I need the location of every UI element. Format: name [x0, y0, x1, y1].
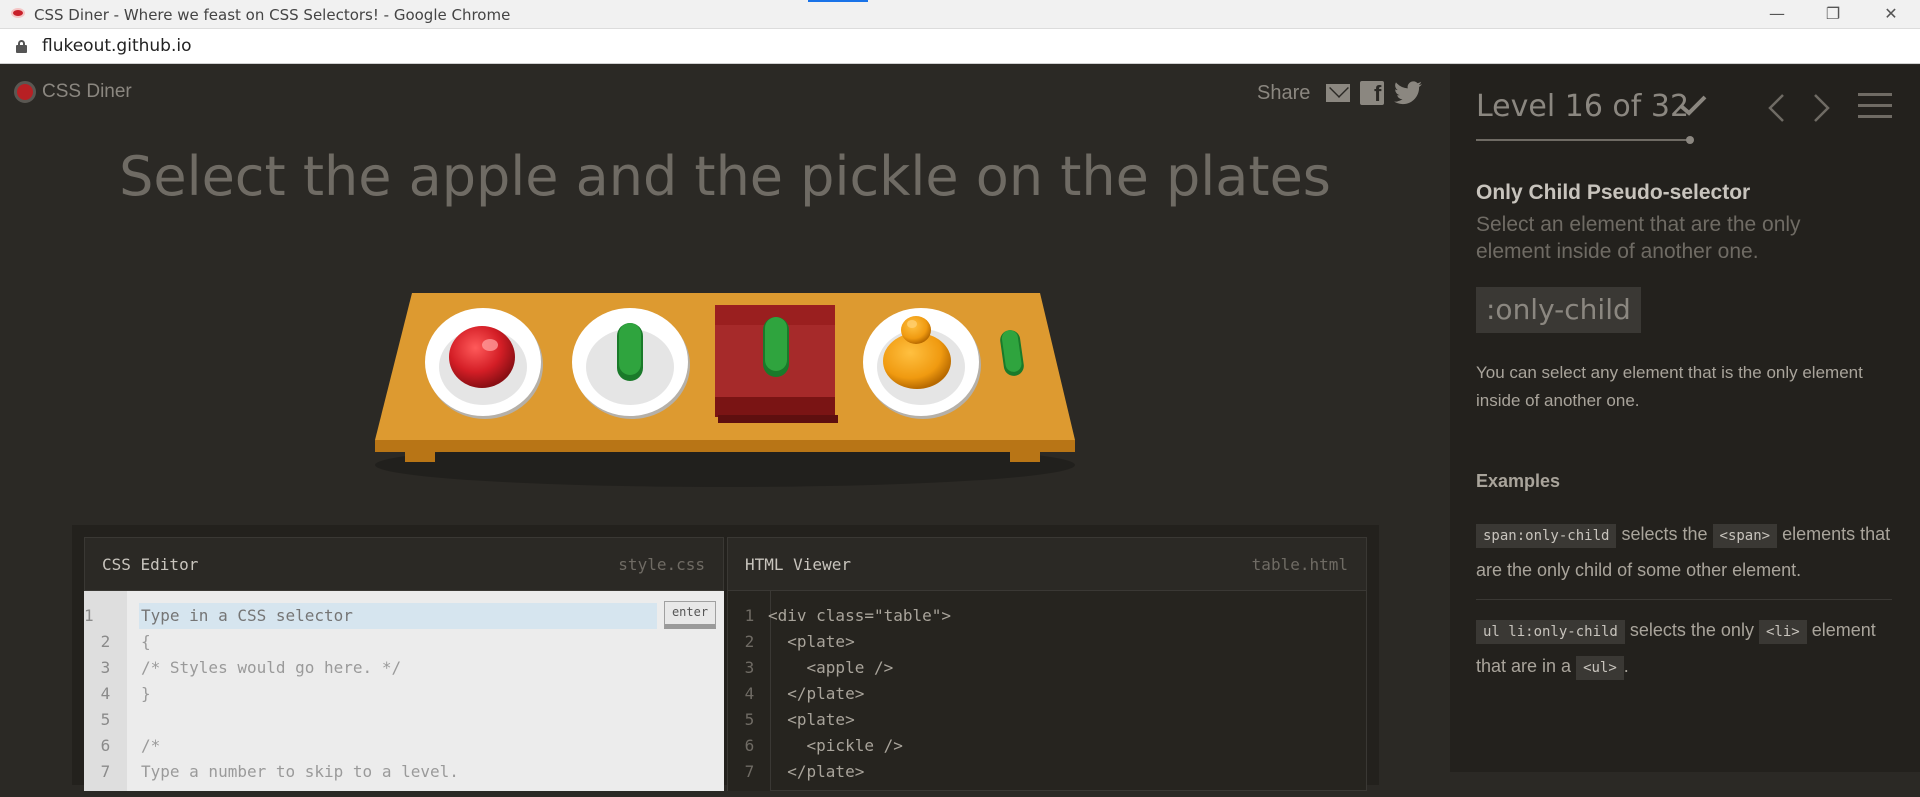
css-editor-filename: style.css [618, 555, 705, 574]
previous-level-icon[interactable] [1766, 93, 1786, 123]
code-line: 5 [100, 710, 111, 729]
share-bar: Share f [1257, 81, 1423, 105]
markup-line[interactable]: 3 <apple /> [728, 655, 894, 681]
dinner-table [375, 293, 1075, 487]
main-area: CSS Diner Share f Select the apple and t… [0, 65, 1450, 791]
examples-heading: Examples [1476, 471, 1561, 491]
example-code: <span> [1712, 524, 1778, 548]
next-level-icon[interactable] [1812, 93, 1832, 123]
example-code: <ul> [1576, 656, 1624, 680]
minimize-button[interactable]: — [1757, 3, 1797, 25]
sidebar: Level 16 of 32 Only Child Pseudo-selecto… [1450, 65, 1920, 772]
bento-with-pickle[interactable] [715, 305, 838, 423]
code-line: 6/* [100, 736, 161, 755]
example-2: ul li:only-child selects the only <li> e… [1476, 613, 1892, 685]
code-line: 1 [84, 606, 94, 625]
css-editor-body: enter 1 2{ 3/* Styles would go here. */ … [84, 591, 724, 791]
instruction-heading: Select the apple and the pickle on the p… [119, 145, 1331, 208]
markup-line[interactable]: 6 <pickle /> [728, 733, 903, 759]
diner-logo-icon [14, 81, 36, 103]
selector-hint: You can select any element that is the o… [1476, 363, 1863, 410]
lock-icon[interactable] [16, 40, 27, 53]
level-progress-marker [1686, 136, 1694, 144]
enter-button[interactable]: enter [664, 601, 716, 629]
example-code: <li> [1758, 620, 1807, 644]
example-code: ul li:only-child [1476, 620, 1625, 644]
favicon-icon [11, 8, 25, 18]
table-front [375, 440, 1075, 452]
browser-titlebar: CSS Diner - Where we feast on CSS Select… [0, 0, 1920, 29]
level-indicator: Level 16 of 32 [1476, 89, 1690, 124]
markup-line[interactable]: 4 </plate> [728, 681, 865, 707]
markup-line[interactable]: 2 <plate> [728, 629, 855, 655]
code-line: 2{ [100, 632, 151, 651]
logo-text: CSS Diner [42, 81, 132, 102]
markup-line[interactable]: 5 <plate> [728, 707, 855, 733]
maximize-button[interactable]: ❐ [1813, 3, 1853, 25]
markup-line[interactable]: 7 </plate> [728, 759, 865, 785]
twitter-icon[interactable] [1394, 81, 1423, 105]
selector-syntax: :only-child [1476, 287, 1641, 333]
html-viewer-body: 1 <div class="table"> 2 <plate> 3 <apple … [727, 591, 1367, 791]
menu-icon[interactable] [1858, 93, 1892, 119]
facebook-icon[interactable]: f [1360, 81, 1385, 105]
examples-divider [1476, 599, 1892, 600]
share-label: Share [1257, 81, 1311, 104]
selector-title: Select an element that are the only elem… [1476, 213, 1801, 263]
app: CSS Diner Share f Select the apple and t… [0, 65, 1920, 791]
css-editor-header: CSS Editor style.css [84, 537, 724, 591]
css-selector-input[interactable] [139, 603, 657, 629]
loading-indicator [808, 0, 868, 2]
html-viewer-filename: table.html [1251, 555, 1348, 574]
code-line: 3/* Styles would go here. */ [100, 658, 402, 677]
apple[interactable] [449, 326, 515, 388]
css-editor-pane: CSS Editor style.css enter 1 2{ 3/* Styl… [84, 537, 724, 797]
level-progress-bar [1476, 139, 1688, 141]
selector-name: Only Child Pseudo-selector [1476, 181, 1751, 204]
code-line: 7 Type a number to skip to a level. [100, 762, 459, 781]
window-title: CSS Diner - Where we feast on CSS Select… [34, 6, 511, 24]
html-viewer-title: HTML Viewer [745, 555, 851, 574]
checkmark-icon [1679, 95, 1707, 116]
html-viewer-header: HTML Viewer table.html [727, 537, 1367, 591]
markup-line[interactable]: 1 <div class="table"> [728, 603, 951, 629]
editor: CSS Editor style.css enter 1 2{ 3/* Styl… [72, 525, 1379, 791]
example-code: span:only-child [1476, 524, 1617, 548]
logo[interactable]: CSS Diner [14, 81, 132, 103]
url-text[interactable]: flukeout.github.io [42, 36, 191, 56]
close-button[interactable]: ✕ [1871, 3, 1911, 25]
code-line: 4} [100, 684, 151, 703]
example-1: span:only-child selects the <span> eleme… [1476, 524, 1891, 580]
html-viewer-pane: HTML Viewer table.html 1 <div class="tabl… [727, 537, 1367, 797]
address-bar[interactable]: flukeout.github.io [0, 29, 1920, 64]
css-editor-title: CSS Editor [102, 555, 199, 574]
email-icon[interactable] [1326, 84, 1351, 102]
